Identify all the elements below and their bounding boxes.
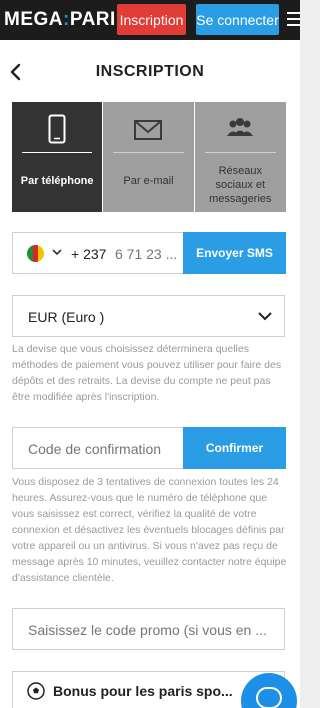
tab-email-label: Par e-mail [123,175,174,187]
currency-select[interactable]: EUR (Euro ) [12,295,285,337]
page-title: INSCRIPTION [95,63,205,80]
bonus-label: Bonus pour les paris spo... [53,683,233,699]
chevron-down-icon [258,312,272,321]
tab-social[interactable]: Réseaux sociaux et messageries [194,102,286,212]
confirmation-code-input[interactable] [28,439,178,459]
logo-separator: : [63,9,70,30]
dial-code: + 237 [71,246,107,262]
confirmation-note: Vous disposez de 3 tentatives de connexi… [12,476,287,584]
logo-right: PARI [69,9,116,30]
login-button[interactable]: Se connecter [196,4,279,35]
phone-field-row: + 237 Envoyer SMS [12,232,286,274]
cameroon-flag-icon[interactable] [27,245,44,262]
signup-method-tabs: Par téléphone Par e-mail Réseaux sociaux… [12,102,286,212]
logo-left: MEGA [4,9,63,30]
soccer-ball-icon [27,682,45,700]
signup-button[interactable]: Inscription [117,4,186,35]
people-icon [227,118,254,136]
tab-phone-label: Par téléphone [20,175,94,187]
promo-code-input[interactable] [28,620,278,640]
currency-note: La devise que vous choisissez déterminer… [12,343,282,403]
currency-value: EUR (Euro ) [28,309,105,325]
confirmation-row: Confirmer [12,427,286,469]
promo-field [12,608,285,650]
tab-social-label: Réseaux sociaux et messageries [209,165,272,205]
phone-icon [48,114,66,144]
hamburger-menu-icon[interactable] [287,12,300,28]
envelope-icon [134,120,163,140]
logo[interactable]: MEGA:PARI [4,9,116,31]
tab-phone[interactable]: Par téléphone [12,102,103,212]
phone-number-input[interactable] [115,244,179,264]
confirm-button[interactable]: Confirmer [183,427,286,469]
chevron-down-icon[interactable] [51,246,63,258]
top-bar: MEGA:PARI Inscription Se connecter [0,0,300,40]
send-sms-button[interactable]: Envoyer SMS [183,232,286,274]
tab-email[interactable]: Par e-mail [103,102,194,212]
